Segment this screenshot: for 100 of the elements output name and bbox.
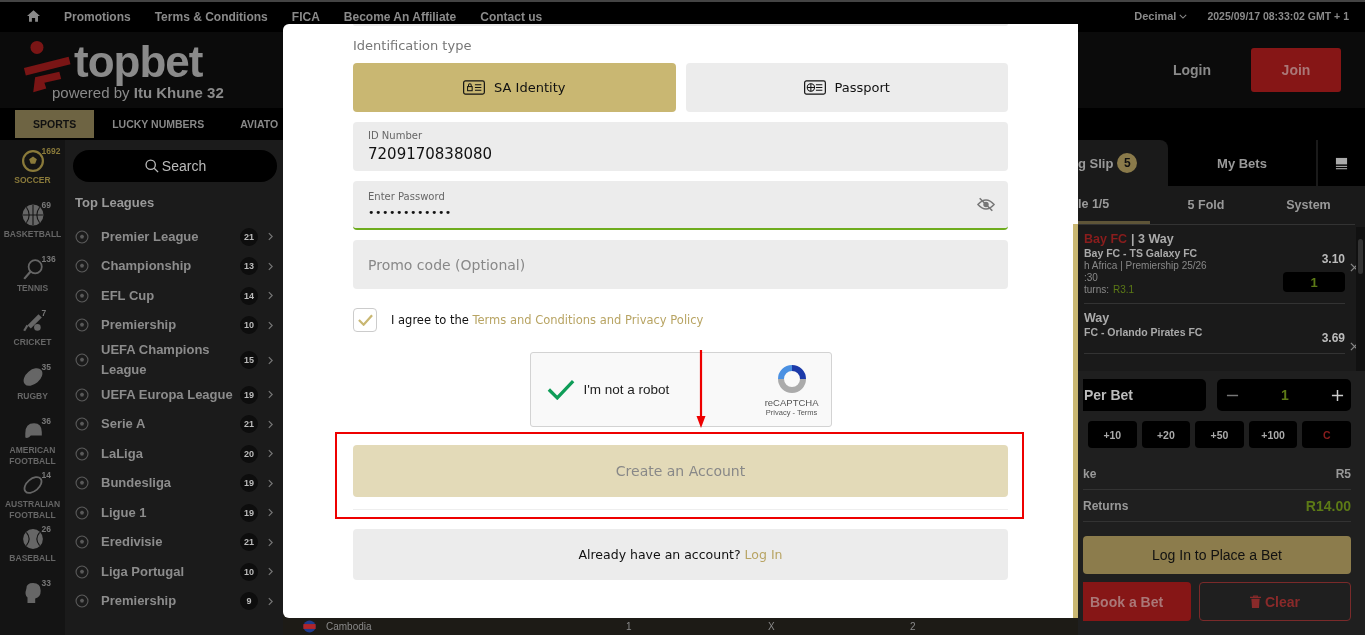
odds-label: 2 (910, 621, 917, 632)
league-item[interactable]: Eredivisie 21 (73, 527, 277, 557)
count-badge: 21 (240, 415, 258, 434)
odds-format-dropdown[interactable]: Decimal (1134, 10, 1188, 22)
chevron-right-icon (268, 419, 273, 429)
odds-label: X (768, 621, 776, 632)
input-field[interactable]: Promo code (Optional) (353, 240, 1008, 289)
nav-link[interactable]: Promotions (64, 10, 131, 24)
stake-label: Per Bet (1083, 379, 1206, 411)
count-badge: 19 (240, 385, 258, 404)
league-item[interactable]: Championship 13 (73, 251, 277, 281)
returns-value: R14.00 (1305, 497, 1351, 514)
ball-icon (75, 446, 89, 461)
chevron-right-icon (268, 320, 273, 330)
league-item[interactable]: Premiership 10 (73, 310, 277, 340)
checkbox[interactable] (353, 308, 377, 332)
trash-icon (1250, 595, 1261, 608)
sports-tab[interactable]: AVIATO (222, 110, 279, 138)
nav-link[interactable]: Contact us (480, 10, 543, 24)
odds-value: 3.69 (1321, 331, 1345, 345)
close-icon[interactable] (1350, 342, 1359, 351)
section-title: Top Leagues (75, 195, 156, 210)
count-badge: 10 (240, 316, 258, 335)
search-field[interactable]: Search (73, 150, 277, 182)
racket-icon (21, 258, 44, 280)
quick-stake-button[interactable]: +10 (1088, 421, 1137, 448)
returns-value: R3.1 (1113, 284, 1135, 295)
quick-stake-button[interactable]: +50 (1195, 421, 1244, 448)
stake-field[interactable]: 1 (1283, 272, 1345, 292)
league-item[interactable]: Serie A 21 (73, 409, 277, 439)
sports-tab[interactable]: SPORTS (15, 110, 95, 138)
league-item[interactable]: EFL Cup 14 (73, 281, 277, 311)
bat-icon (21, 312, 44, 334)
league-item[interactable]: Liga Portugal 10 (73, 557, 277, 587)
chevron-right-icon (268, 567, 273, 577)
caret-icon (1179, 13, 1188, 19)
market-name: | 3 Way (1131, 232, 1174, 246)
agreement-text: I agree to the Terms and Conditions and Privacy Policy (391, 313, 704, 327)
ball-icon (75, 564, 89, 579)
stake-value: 1 (1281, 387, 1289, 403)
ball-icon (75, 505, 89, 520)
captcha-brand: reCAPTCHA (764, 396, 819, 408)
scrollbar[interactable] (1073, 224, 1078, 618)
ball-icon (75, 594, 89, 609)
recaptcha-logo-icon (775, 362, 808, 395)
place-bet-button[interactable]: Log In to Place a Bet (1083, 536, 1351, 574)
count-badge: 21 (240, 227, 258, 246)
league-item[interactable]: Premiership 9 (73, 586, 277, 616)
count-badge: 14 (240, 286, 258, 305)
total-stake-label: ke (1083, 466, 1097, 481)
id-type-button[interactable]: Passport (685, 63, 1008, 112)
ball-icon (75, 535, 89, 550)
quick-stake-button[interactable]: +20 (1141, 421, 1191, 448)
nav-link[interactable]: FICA (291, 10, 320, 24)
chevron-right-icon (268, 291, 273, 301)
quick-stake-button[interactable]: +100 (1248, 421, 1298, 448)
league-item[interactable]: UEFA Champions League 15 (73, 340, 277, 380)
count-badge: 20 (240, 444, 258, 463)
home-icon[interactable] (27, 10, 40, 22)
id-type-button[interactable]: SA Identity (353, 63, 676, 112)
scrollbar[interactable] (1356, 227, 1365, 371)
nav-link[interactable]: Become An Affiliate (343, 10, 457, 24)
bet-type-tab[interactable]: 5 Fold (1150, 186, 1262, 224)
league-item[interactable]: LaLiga 20 (73, 439, 277, 469)
checkmark-icon[interactable] (546, 379, 575, 400)
league-item[interactable]: Bundesliga 19 (73, 468, 277, 498)
logo-wordmark[interactable]: topbet (74, 39, 224, 84)
stake-stepper[interactable]: 1 (1217, 379, 1351, 411)
count-badge: 5 (1117, 153, 1138, 173)
sports-tab[interactable]: LUCKY NUMBERS (94, 110, 223, 138)
chevron-right-icon (268, 508, 273, 518)
ball-icon (75, 353, 89, 367)
country-label: Cambodia (326, 621, 373, 632)
league-item[interactable]: Ligue 1 19 (73, 498, 277, 528)
count-badge: 15 (240, 351, 258, 369)
close-icon[interactable] (1350, 263, 1359, 272)
checkmark-icon (357, 314, 373, 326)
league-item[interactable]: Premier League 21 (73, 222, 277, 252)
bet-type-tab[interactable]: System (1262, 186, 1355, 224)
eye-slash-icon[interactable] (977, 197, 995, 212)
ball-icon (75, 476, 89, 491)
ball-icon (75, 259, 89, 274)
date-time: 2025/09/17 08:33:02 GMT + 1 (1207, 10, 1349, 22)
ball-icon (75, 318, 89, 333)
login-prompt-text: Already have an account? Log In (578, 547, 783, 562)
odds-label: 1 (626, 621, 633, 632)
chevron-right-icon (268, 478, 273, 488)
login-button[interactable]: Login (1172, 62, 1211, 78)
odds-value: 3.10 (1321, 252, 1345, 266)
field-label: Identification type (353, 38, 473, 53)
id-card-icon (463, 80, 486, 95)
input-field[interactable]: ID Number 7209170838080 (353, 122, 1008, 171)
plus-icon[interactable] (1331, 388, 1344, 402)
slip-tab[interactable]: g Slip 5 (1078, 140, 1168, 186)
password-field[interactable]: Enter Password •••••••••••• (353, 181, 1008, 230)
chevron-right-icon (268, 596, 273, 606)
league-item[interactable]: UEFA Europa League 19 (73, 380, 277, 410)
nav-link[interactable]: Terms & Conditions (154, 10, 268, 24)
match-time: :30 (1084, 272, 1099, 283)
returns-label: Returns (1083, 498, 1129, 513)
